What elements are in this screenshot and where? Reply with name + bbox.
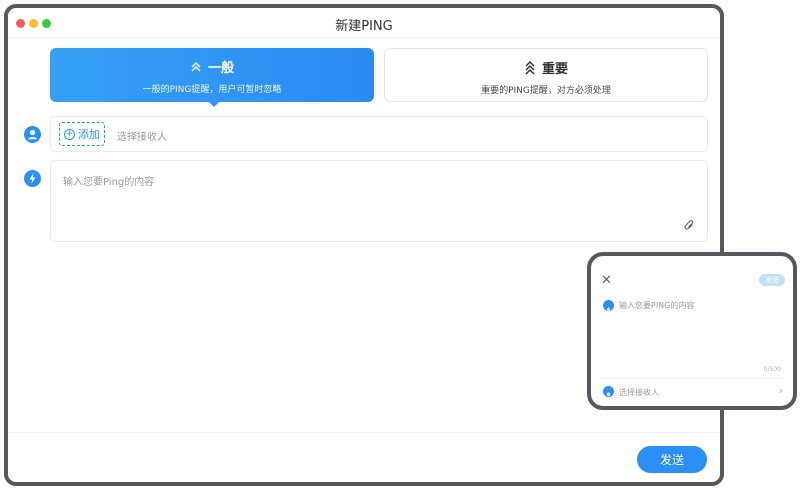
character-counter: 0/500 [763,366,781,373]
mobile-lightning-icon [603,300,614,313]
tab-normal[interactable]: 一般 一般的PING提醒，用户可暂时忽略 [50,48,374,102]
tab-important[interactable]: 重要 重要的PING提醒，对方必须处理 [384,48,708,102]
mobile-preview: ✕ 发送 输入您要PING的内容 0/500 选择接收人 › [587,252,797,410]
triple-chevron-up-icon [525,60,535,75]
plus-circle-icon: + [64,128,75,140]
chevron-right-icon[interactable]: › [779,384,783,397]
content-input[interactable]: 输入您要Ping的内容 [50,160,708,242]
mobile-send-button[interactable]: 发送 [759,274,785,286]
title-bar: 新建PING [8,8,720,38]
tab-important-subtitle: 重要的PING提醒，对方必须处理 [481,86,611,96]
double-chevron-up-icon [191,61,201,72]
close-icon[interactable]: ✕ [601,274,612,287]
recipient-placeholder: 选择接收人 [117,132,167,143]
mobile-user-icon [603,386,614,399]
mobile-divider [599,378,785,379]
window-title: 新建PING [335,19,393,34]
footer-divider [8,432,720,433]
send-button[interactable]: 发送 [637,446,707,473]
paperclip-icon[interactable] [684,219,695,231]
mobile-content-input[interactable]: 输入您要PING的内容 [619,300,694,311]
tab-normal-subtitle: 一般的PING提醒，用户可暂时忽略 [142,85,282,95]
tab-normal-label: 一般 [207,61,234,76]
recipient-field[interactable]: + 添加 选择接收人 [50,116,708,152]
add-recipient-button[interactable]: + 添加 [59,122,105,146]
tab-important-label: 重要 [541,62,568,77]
content-placeholder: 输入您要Ping的内容 [63,177,155,188]
new-ping-window: 新建PING 一般 一般的PING提醒，用户可暂时忽略 重要 重要的PING提醒… [4,4,724,486]
mobile-recipient-selector[interactable]: 选择接收人 [619,387,659,398]
add-recipient-label: 添加 [78,128,100,141]
active-tab-pointer [208,101,220,107]
user-icon [24,126,41,143]
lightning-icon [24,170,41,187]
